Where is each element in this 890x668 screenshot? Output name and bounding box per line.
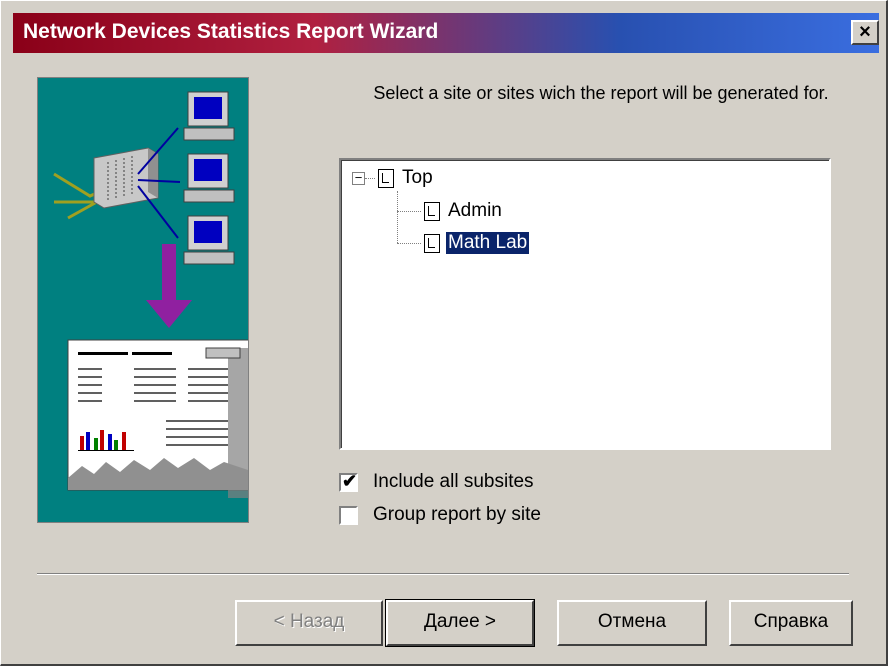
- minus-icon: −: [354, 170, 363, 185]
- wizard-illustration: [37, 77, 249, 523]
- tree-node-label-selected: Math Lab: [444, 231, 531, 255]
- include-subsites-checkbox[interactable]: ✔: [339, 471, 358, 492]
- collapse-toggle-top[interactable]: −: [352, 170, 365, 185]
- site-icon: [378, 169, 394, 188]
- tree-node-label: Top: [402, 167, 433, 188]
- next-button[interactable]: Далее >: [385, 599, 535, 647]
- tree-connector: [397, 191, 398, 243]
- cancel-button[interactable]: Отмена: [557, 600, 707, 646]
- include-subsites-label[interactable]: Include all subsites: [373, 471, 534, 493]
- close-icon: ×: [859, 21, 871, 43]
- group-by-site-checkbox[interactable]: [339, 506, 358, 525]
- instruction-text: Select a site or sites wich the report w…: [373, 83, 829, 103]
- help-button[interactable]: Справка: [729, 600, 853, 646]
- tree-connector: [397, 243, 421, 244]
- wizard-dialog: Network Devices Statistics Report Wizard…: [0, 0, 888, 666]
- site-icon: [424, 202, 440, 221]
- tree-node-label: Admin: [448, 200, 502, 221]
- site-icon: [424, 234, 440, 253]
- tree-connector: [397, 211, 421, 212]
- check-icon: ✔: [342, 471, 358, 491]
- site-tree-view[interactable]: − Top Admin Math Lab: [339, 158, 831, 450]
- tree-connector: [365, 178, 375, 179]
- window-title: Network Devices Statistics Report Wizard: [23, 20, 439, 43]
- divider: [37, 573, 849, 575]
- close-button[interactable]: ×: [851, 20, 879, 45]
- title-bar[interactable]: Network Devices Statistics Report Wizard…: [13, 13, 879, 53]
- tree-client-area: − Top Admin Math Lab: [341, 160, 829, 448]
- group-by-site-label[interactable]: Group report by site: [373, 504, 541, 526]
- back-button[interactable]: < Назад: [235, 600, 383, 646]
- network-report-illustration-icon: [53, 91, 248, 498]
